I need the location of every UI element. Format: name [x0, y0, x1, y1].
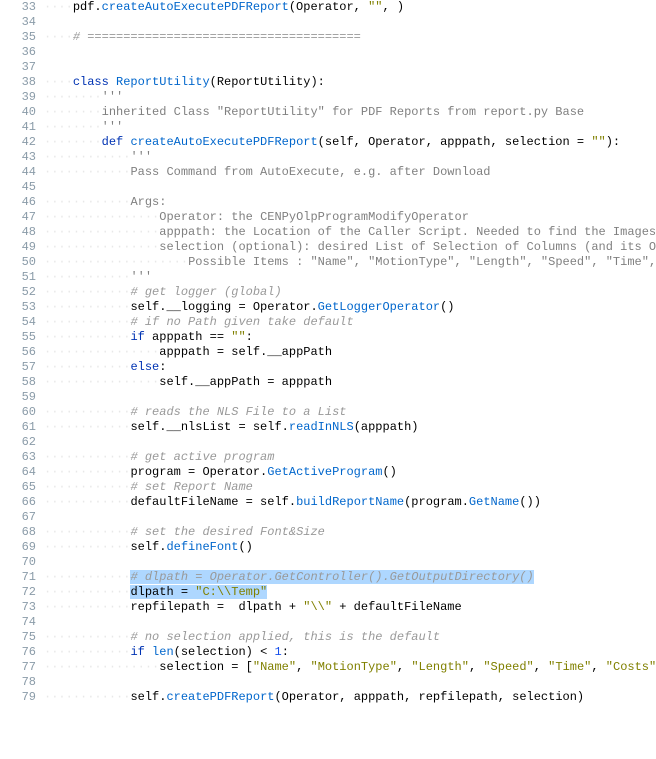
- line-number: 47: [0, 210, 36, 225]
- code-line[interactable]: [44, 615, 656, 630]
- code-line[interactable]: ········''': [44, 120, 656, 135]
- code-line[interactable]: ····pdf.createAutoExecutePDFReport(Opera…: [44, 0, 656, 15]
- code-line[interactable]: ····class ReportUtility(ReportUtility):: [44, 75, 656, 90]
- line-number: 46: [0, 195, 36, 210]
- line-number: 59: [0, 390, 36, 405]
- line-number: 62: [0, 435, 36, 450]
- line-number: 74: [0, 615, 36, 630]
- line-number: 76: [0, 645, 36, 660]
- line-number: 79: [0, 690, 36, 705]
- code-line[interactable]: ········def createAutoExecutePDFReport(s…: [44, 135, 656, 150]
- code-line[interactable]: [44, 60, 656, 75]
- code-line[interactable]: ················self.__appPath = apppath: [44, 375, 656, 390]
- line-number: 34: [0, 15, 36, 30]
- line-number: 69: [0, 540, 36, 555]
- line-number-gutter: 3334353637383940414243444546474849505152…: [0, 0, 44, 705]
- code-line[interactable]: ················apppath: the Location of…: [44, 225, 656, 240]
- code-line[interactable]: [44, 180, 656, 195]
- line-number: 70: [0, 555, 36, 570]
- line-number: 58: [0, 375, 36, 390]
- code-line[interactable]: ············program = Operator.GetActive…: [44, 465, 656, 480]
- line-number: 55: [0, 330, 36, 345]
- code-line[interactable]: ············if len(selection) < 1:: [44, 645, 656, 660]
- code-line[interactable]: ············self.__logging = Operator.Ge…: [44, 300, 656, 315]
- line-number: 68: [0, 525, 36, 540]
- line-number: 40: [0, 105, 36, 120]
- line-number: 51: [0, 270, 36, 285]
- code-line[interactable]: [44, 390, 656, 405]
- line-number: 56: [0, 345, 36, 360]
- code-line[interactable]: ············Pass Command from AutoExecut…: [44, 165, 656, 180]
- line-number: 45: [0, 180, 36, 195]
- line-number: 73: [0, 600, 36, 615]
- line-number: 48: [0, 225, 36, 240]
- line-number: 50: [0, 255, 36, 270]
- line-number: 78: [0, 675, 36, 690]
- line-number: 60: [0, 405, 36, 420]
- line-number: 61: [0, 420, 36, 435]
- line-number: 66: [0, 495, 36, 510]
- code-line[interactable]: [44, 45, 656, 60]
- code-line[interactable]: ············else:: [44, 360, 656, 375]
- code-line[interactable]: ············''': [44, 270, 656, 285]
- code-line[interactable]: ············# dlpath = Operator.GetContr…: [44, 570, 656, 585]
- code-line[interactable]: ················selection = ["Name", "Mo…: [44, 660, 656, 675]
- code-line[interactable]: [44, 555, 656, 570]
- code-line[interactable]: [44, 675, 656, 690]
- line-number: 44: [0, 165, 36, 180]
- code-line[interactable]: ············''': [44, 150, 656, 165]
- code-line[interactable]: ············dlpath = "C:\\Temp": [44, 585, 656, 600]
- code-line[interactable]: ················Operator: the CENPyOlpPr…: [44, 210, 656, 225]
- line-number: 52: [0, 285, 36, 300]
- line-number: 41: [0, 120, 36, 135]
- line-number: 38: [0, 75, 36, 90]
- code-line[interactable]: ············# get logger (global): [44, 285, 656, 300]
- line-number: 57: [0, 360, 36, 375]
- line-number: 71: [0, 570, 36, 585]
- code-line[interactable]: ············self.createPDFReport(Operato…: [44, 690, 656, 705]
- code-editor-content[interactable]: ····pdf.createAutoExecutePDFReport(Opera…: [44, 0, 656, 705]
- line-number: 35: [0, 30, 36, 45]
- line-number: 33: [0, 0, 36, 15]
- code-line[interactable]: ············# set Report Name: [44, 480, 656, 495]
- code-line[interactable]: ················selection (optional): de…: [44, 240, 656, 255]
- code-line[interactable]: ············# if no Path given take defa…: [44, 315, 656, 330]
- line-number: 63: [0, 450, 36, 465]
- code-line[interactable]: ············# set the desired Font&Size: [44, 525, 656, 540]
- code-line[interactable]: ············# get active program: [44, 450, 656, 465]
- code-line[interactable]: [44, 435, 656, 450]
- line-number: 39: [0, 90, 36, 105]
- code-line[interactable]: ············# reads the NLS File to a Li…: [44, 405, 656, 420]
- code-line[interactable]: ············self.defineFont(): [44, 540, 656, 555]
- code-line[interactable]: [44, 510, 656, 525]
- line-number: 67: [0, 510, 36, 525]
- line-number: 53: [0, 300, 36, 315]
- code-line[interactable]: ············Args:: [44, 195, 656, 210]
- line-number: 54: [0, 315, 36, 330]
- code-line[interactable]: ············defaultFileName = self.build…: [44, 495, 656, 510]
- line-number: 75: [0, 630, 36, 645]
- code-line[interactable]: ····················Possible Items : "Na…: [44, 255, 656, 270]
- line-number: 42: [0, 135, 36, 150]
- code-line[interactable]: [44, 15, 656, 30]
- line-number: 77: [0, 660, 36, 675]
- code-line[interactable]: ············# no selection applied, this…: [44, 630, 656, 645]
- code-line[interactable]: ········''': [44, 90, 656, 105]
- code-line[interactable]: ················apppath = self.__appPath: [44, 345, 656, 360]
- line-number: 36: [0, 45, 36, 60]
- line-number: 65: [0, 480, 36, 495]
- code-line[interactable]: ········inherited Class "ReportUtility" …: [44, 105, 656, 120]
- line-number: 72: [0, 585, 36, 600]
- line-number: 43: [0, 150, 36, 165]
- code-line[interactable]: ············repfilepath = dlpath + "\\" …: [44, 600, 656, 615]
- line-number: 49: [0, 240, 36, 255]
- line-number: 64: [0, 465, 36, 480]
- line-number: 37: [0, 60, 36, 75]
- code-line[interactable]: ····# ==================================…: [44, 30, 656, 45]
- code-line[interactable]: ············self.__nlsList = self.readIn…: [44, 420, 656, 435]
- code-line[interactable]: ············if apppath == "":: [44, 330, 656, 345]
